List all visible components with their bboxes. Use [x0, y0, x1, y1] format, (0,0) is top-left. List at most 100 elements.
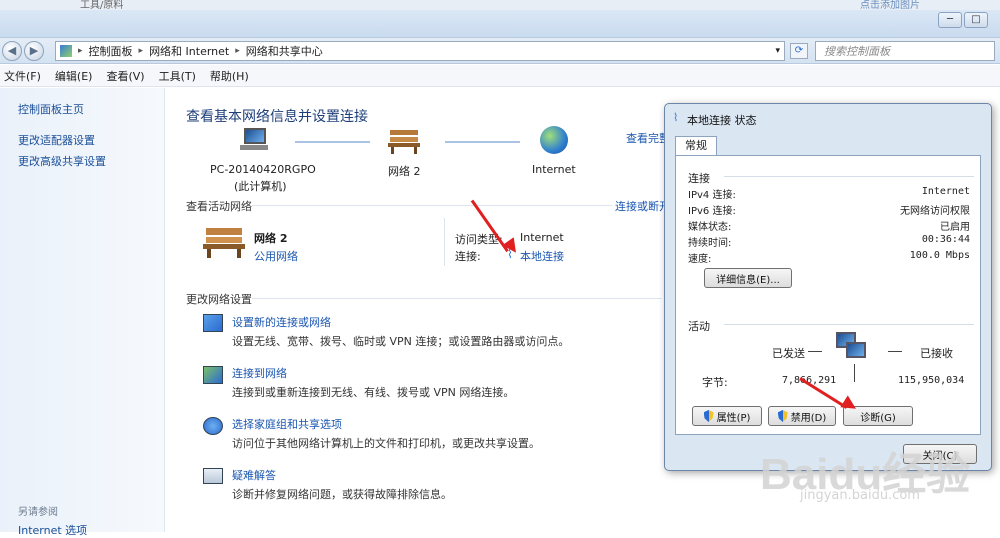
vertical-divider	[444, 218, 445, 266]
access-type-value: Internet	[520, 231, 564, 244]
network-activity-icon	[836, 332, 872, 366]
tab-general[interactable]: 常规	[675, 136, 717, 156]
task-setup-connection-desc: 设置无线、宽带、拨号、临时或 VPN 连接；或设置路由器或访问点。	[232, 335, 570, 348]
menu-help[interactable]: 帮助(H)	[210, 68, 249, 84]
internet-node-name: Internet	[532, 163, 576, 176]
breadcrumb-control-panel[interactable]: 控制面板	[89, 43, 133, 59]
network-node-name: 网络 2	[388, 165, 421, 178]
connection-heading: 连接	[688, 172, 710, 185]
see-also-heading: 另请参阅	[18, 507, 58, 518]
refresh-icon[interactable]: ⟳	[790, 43, 808, 59]
nav-control-panel-home[interactable]: 控制面板主页	[18, 101, 84, 117]
media-state-value: 已启用	[940, 222, 970, 233]
active-network-name: 网络 2	[254, 232, 288, 245]
breadcrumb-separator-icon[interactable]: ▸	[235, 46, 240, 56]
address-bar[interactable]: ▸ 控制面板 ▸ 网络和 Internet ▸ 网络和共享中心 ▾	[55, 41, 785, 61]
task-connect-network-link[interactable]: 连接到网络	[232, 365, 287, 381]
bytes-label: 字节:	[702, 376, 728, 389]
uac-shield-icon	[777, 410, 788, 422]
back-button[interactable]: ◀	[2, 41, 22, 61]
section-divider	[724, 324, 974, 325]
speed-label: 速度:	[688, 254, 712, 265]
address-row: ◀ ▶ ▸ 控制面板 ▸ 网络和 Internet ▸ 网络和共享中心 ▾ ⟳ …	[0, 38, 1000, 64]
section-divider	[252, 298, 662, 299]
menu-view[interactable]: 查看(V)	[106, 68, 144, 84]
globe-icon	[540, 126, 568, 154]
connect-disconnect-link[interactable]: 连接或断开	[615, 198, 670, 214]
task-troubleshoot-link[interactable]: 疑难解答	[232, 467, 276, 483]
properties-button-label: 属性(P)	[716, 412, 751, 424]
left-navigation: 控制面板主页 更改适配器设置 更改高级共享设置 另请参阅 Internet 选项	[0, 88, 165, 537]
troubleshoot-icon	[203, 468, 223, 484]
change-settings-heading: 更改网络设置	[186, 293, 252, 306]
watermark-url: jingyan.baidu.com	[800, 488, 920, 503]
menu-bar: 文件(F) 编辑(E) 查看(V) 工具(T) 帮助(H)	[0, 65, 1000, 87]
ipv6-label: IPv6 连接:	[688, 206, 736, 217]
active-networks-heading: 查看活动网络	[186, 200, 252, 213]
menu-file[interactable]: 文件(F)	[4, 68, 41, 84]
homegroup-icon	[203, 417, 223, 435]
uac-shield-icon	[703, 410, 714, 422]
activity-divider	[854, 364, 855, 382]
computer-name: PC-20140420RGPO	[210, 163, 316, 176]
media-state-label: 媒体状态:	[688, 222, 732, 233]
annotation-arrow-head	[502, 237, 522, 257]
forward-button[interactable]: ▶	[24, 41, 44, 61]
ipv4-label: IPv4 连接:	[688, 190, 736, 201]
computer-subtitle: (此计算机)	[234, 180, 287, 193]
speed-value: 100.0 Mbps	[909, 250, 970, 261]
computer-icon	[240, 128, 268, 152]
new-connection-icon	[203, 314, 223, 332]
background-app-strip: 工具/原料 点击添加图片	[0, 0, 1000, 11]
nav-internet-options[interactable]: Internet 选项	[18, 522, 87, 538]
disable-button[interactable]: 禁用(D)	[768, 406, 836, 426]
breadcrumb-separator-icon[interactable]: ▸	[139, 46, 144, 56]
received-label: 已接收	[920, 347, 953, 360]
map-connector-line	[445, 141, 520, 143]
received-line	[888, 351, 902, 352]
menu-tools[interactable]: 工具(T)	[159, 68, 196, 84]
connect-network-icon	[203, 366, 223, 384]
sent-label: 已发送	[772, 347, 805, 360]
breadcrumb-network-internet[interactable]: 网络和 Internet	[149, 43, 229, 59]
details-button[interactable]: 详细信息(E)...	[704, 268, 792, 288]
menu-edit[interactable]: 编辑(E)	[55, 68, 93, 84]
ipv4-value: Internet	[921, 186, 970, 197]
local-connection-link[interactable]: 本地连接	[520, 248, 564, 264]
disable-button-label: 禁用(D)	[790, 412, 827, 424]
ipv6-value: 无网络访问权限	[900, 206, 970, 217]
bench-network-icon	[388, 128, 420, 154]
breadcrumb-network-sharing-center[interactable]: 网络和共享中心	[246, 43, 323, 59]
task-connect-network-desc: 连接到或重新连接到无线、有线、拨号或 VPN 网络连接。	[232, 386, 515, 399]
network-adapter-icon: ⌇	[673, 111, 679, 124]
search-input[interactable]: 搜索控制面板	[815, 41, 995, 61]
duration-label: 持续时间:	[688, 238, 732, 249]
network-type-link[interactable]: 公用网络	[254, 248, 298, 264]
address-dropdown-icon[interactable]: ▾	[775, 46, 780, 56]
control-panel-icon	[60, 45, 72, 57]
activity-heading: 活动	[688, 320, 710, 333]
task-troubleshoot-desc: 诊断并修复网络问题，或获得故障排除信息。	[232, 488, 452, 501]
connection-label: 连接:	[455, 250, 481, 263]
bytes-received-value: 115,950,034	[898, 375, 965, 386]
duration-value: 00:36:44	[921, 234, 970, 245]
minimize-button[interactable]: ─	[938, 12, 962, 28]
dialog-title: 本地连接 状态	[687, 114, 757, 127]
nav-change-advanced-sharing[interactable]: 更改高级共享设置	[18, 153, 106, 169]
window-titlebar: ─ □	[0, 10, 1000, 38]
task-setup-connection-link[interactable]: 设置新的连接或网络	[232, 314, 331, 330]
task-homegroup-link[interactable]: 选择家庭组和共享选项	[232, 416, 342, 432]
properties-button[interactable]: 属性(P)	[692, 406, 762, 426]
nav-change-adapter-settings[interactable]: 更改适配器设置	[18, 132, 95, 148]
task-homegroup-desc: 访问位于其他网络计算机上的文件和打印机，或更改共享设置。	[232, 437, 540, 450]
bench-network-icon	[203, 228, 245, 258]
dialog-panel: 连接 IPv4 连接: Internet IPv6 连接: 无网络访问权限 媒体…	[675, 155, 981, 435]
sent-line	[808, 351, 822, 352]
breadcrumb-separator-icon[interactable]: ▸	[78, 46, 83, 56]
section-divider	[724, 176, 974, 177]
section-divider	[252, 205, 612, 206]
local-connection-status-dialog: ⌇ 本地连接 状态 常规 连接 IPv4 连接: Internet IPv6 连…	[664, 103, 992, 471]
page-title: 查看基本网络信息并设置连接	[186, 109, 368, 125]
maximize-button[interactable]: □	[964, 12, 988, 28]
map-connector-line	[295, 141, 370, 143]
